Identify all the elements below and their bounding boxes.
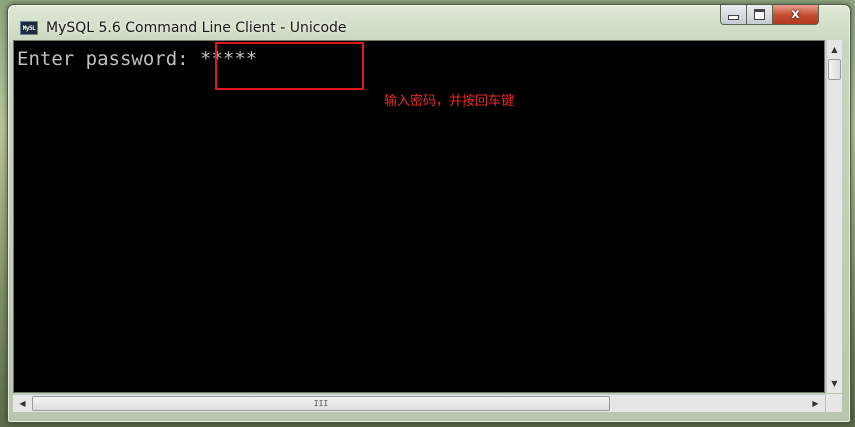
console-output[interactable]: Enter password: ***** 输入密码，并按回车键 [13, 40, 825, 393]
chevron-right-icon: ▶ [812, 399, 819, 408]
close-icon: x [791, 7, 800, 22]
password-highlight-box [215, 42, 364, 90]
maximize-icon [754, 9, 765, 20]
window-title: MySQL 5.6 Command Line Client - Unicode [46, 20, 347, 36]
horizontal-scroll-thumb[interactable]: III [32, 396, 610, 411]
minimize-icon [728, 15, 739, 20]
chevron-down-icon: ▼ [831, 379, 838, 388]
title-bar[interactable]: My5L MySQL 5.6 Command Line Client - Uni… [8, 5, 850, 45]
close-button[interactable]: x [773, 5, 819, 25]
scroll-down-button[interactable]: ▼ [827, 375, 842, 392]
scroll-left-button[interactable]: ◀ [14, 395, 31, 412]
console-app-icon[interactable]: My5L [20, 21, 38, 35]
maximize-button[interactable] [747, 5, 773, 25]
scroll-up-button[interactable]: ▲ [827, 41, 842, 58]
minimize-button[interactable] [720, 5, 747, 25]
resize-grip[interactable] [826, 394, 842, 412]
annotation-note: 输入密码，并按回车键 [384, 94, 515, 109]
prompt-text: Enter password: [17, 48, 201, 70]
app-icon-label: My5L [22, 24, 36, 32]
chevron-left-icon: ◀ [19, 399, 26, 408]
chevron-up-icon: ▲ [831, 45, 838, 54]
vertical-scroll-thumb[interactable] [828, 59, 841, 80]
grip-icon: III [313, 399, 329, 408]
scroll-right-button[interactable]: ▶ [807, 395, 824, 412]
vertical-scrollbar[interactable]: ▲ ▼ [826, 40, 842, 393]
horizontal-scrollbar[interactable]: ◀ III ▶ [13, 394, 825, 412]
